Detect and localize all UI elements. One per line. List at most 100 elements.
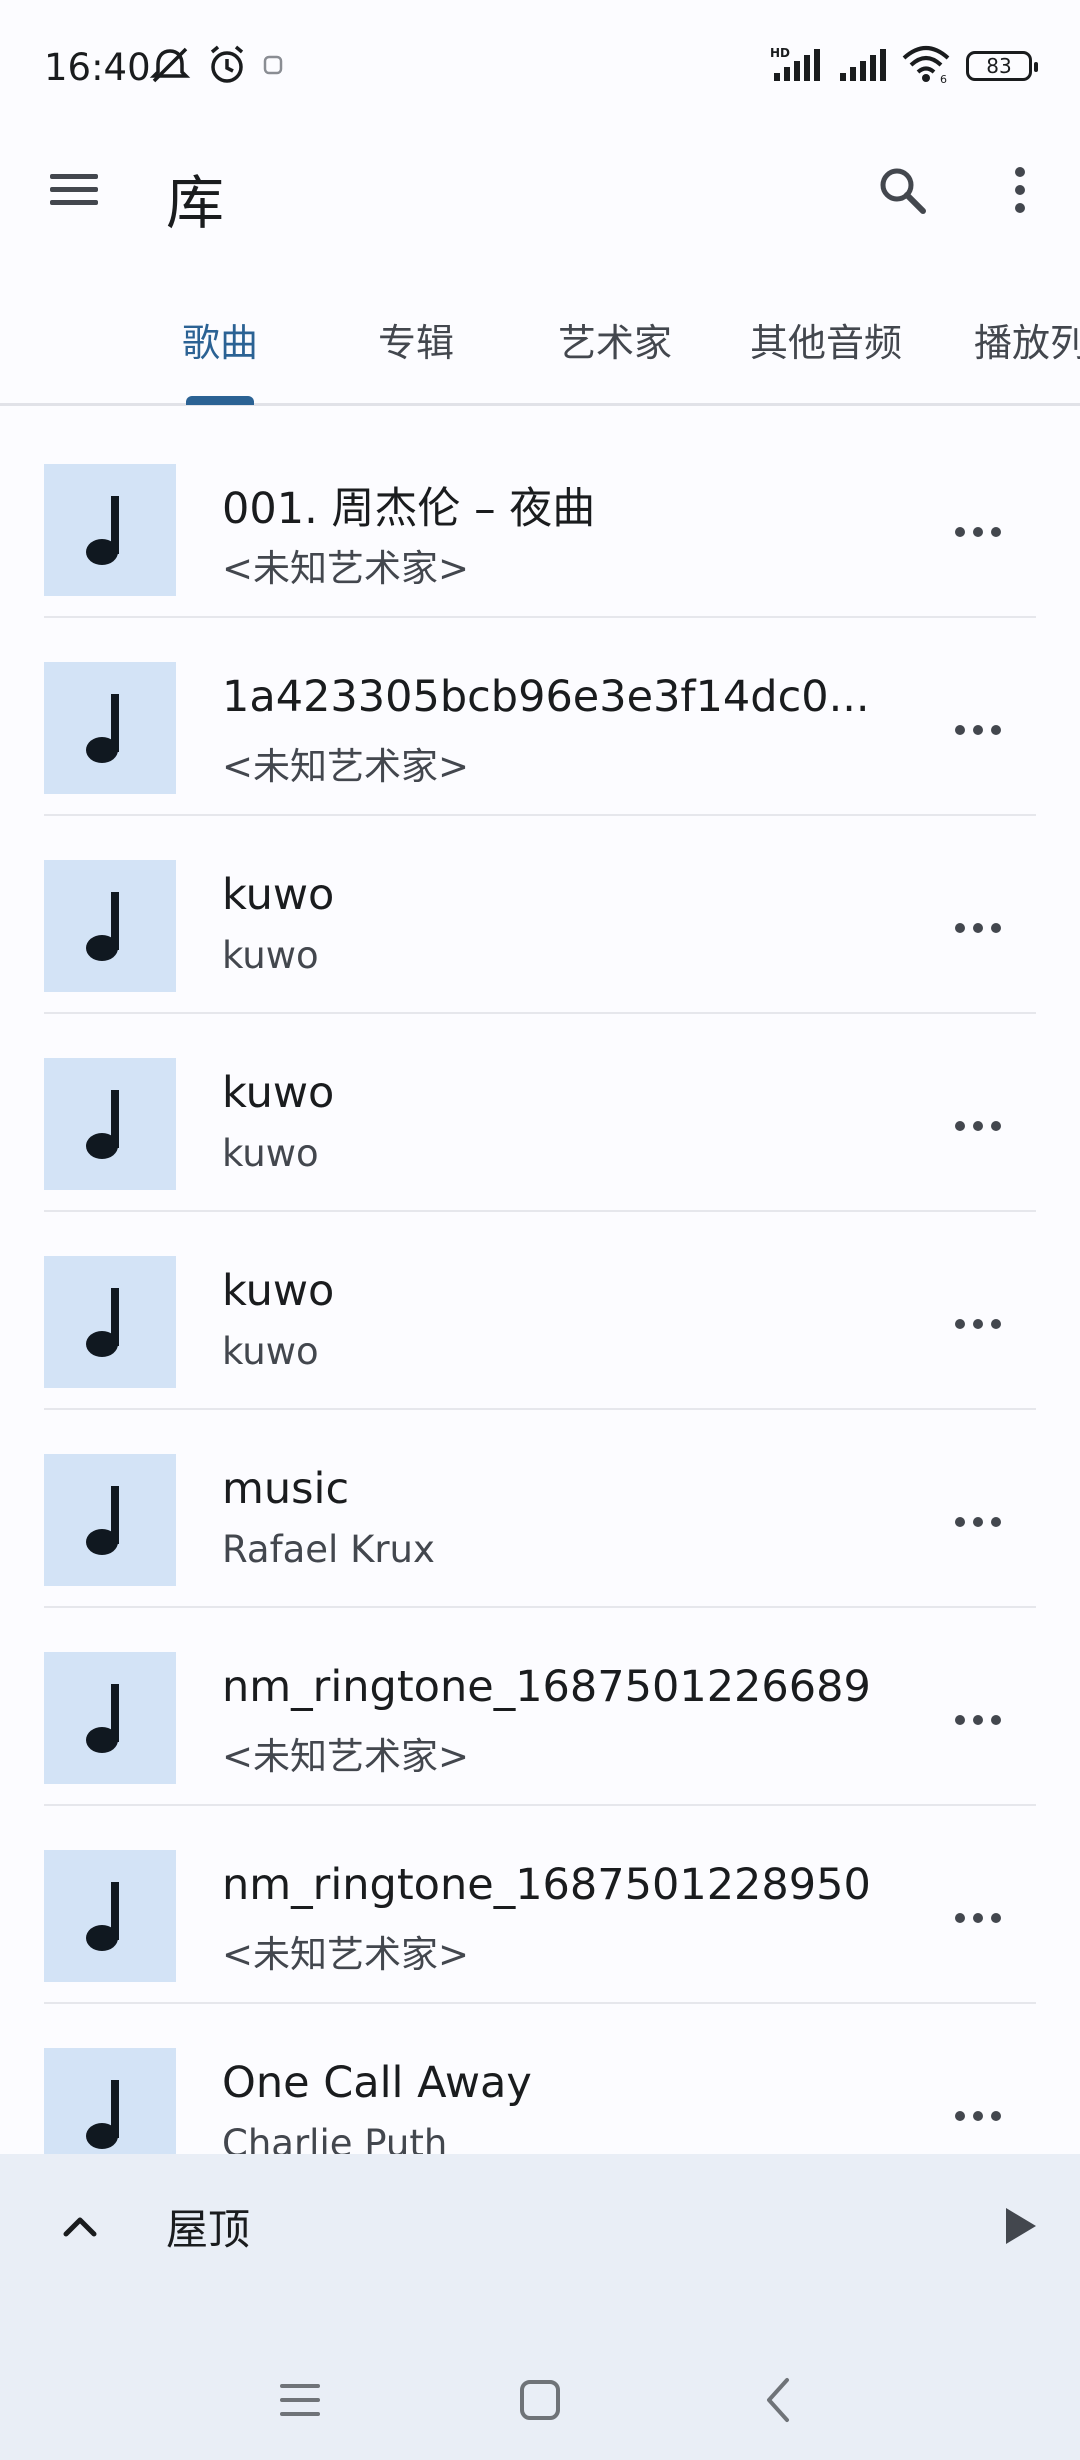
song-list: 001. 周杰伦 – 夜曲 <未知艺术家> 1a423305bcb96e3e3f…: [0, 420, 1080, 2202]
song-artist: <未知艺术家>: [222, 745, 470, 788]
alarm-icon: [206, 44, 248, 90]
more-horiz-icon: [955, 1121, 1001, 1131]
more-horiz-icon: [955, 1517, 1001, 1527]
song-options-button[interactable]: [948, 1492, 1008, 1552]
status-bar: 16:40 HD 6 83: [0, 0, 1080, 136]
album-art: [44, 1850, 176, 1982]
list-item[interactable]: nm_ringtone_1687501226689 <未知艺术家>: [0, 1608, 1080, 1806]
more-horiz-icon: [955, 725, 1001, 735]
more-options-button[interactable]: [990, 160, 1050, 220]
song-title: 1a423305bcb96e3e3f14dc0...: [222, 672, 870, 722]
home-button[interactable]: [500, 2360, 580, 2440]
hd-signal-icon: HD: [770, 45, 824, 87]
more-horiz-icon: [955, 527, 1001, 537]
tab-songs[interactable]: 歌曲: [182, 312, 258, 367]
system-nav-bar: [0, 2346, 1080, 2460]
song-title: One Call Away: [222, 2058, 532, 2108]
back-button[interactable]: [738, 2360, 818, 2440]
play-button[interactable]: [988, 2194, 1052, 2258]
music-note-icon: [86, 1288, 119, 1357]
more-horiz-icon: [955, 923, 1001, 933]
search-icon: [880, 168, 926, 214]
svg-text:HD: HD: [770, 46, 790, 60]
tab-indicator: [186, 396, 254, 405]
album-art: [44, 662, 176, 794]
album-art: [44, 1256, 176, 1388]
now-playing-title: 屋顶: [166, 2205, 251, 2254]
music-note-icon: [86, 496, 119, 565]
more-horiz-icon: [955, 2111, 1001, 2121]
recents-icon: [280, 2384, 320, 2416]
search-button[interactable]: [872, 160, 932, 220]
album-art: [44, 860, 176, 992]
song-artist: <未知艺术家>: [222, 1735, 470, 1778]
list-item[interactable]: kuwo kuwo: [0, 1014, 1080, 1212]
list-item[interactable]: music Rafael Krux: [0, 1410, 1080, 1608]
list-item[interactable]: 001. 周杰伦 – 夜曲 <未知艺术家>: [0, 420, 1080, 618]
recents-button[interactable]: [260, 2360, 340, 2440]
music-note-icon: [86, 892, 119, 961]
music-note-icon: [86, 1882, 119, 1951]
album-art: [44, 464, 176, 596]
song-options-button[interactable]: [948, 502, 1008, 562]
wifi-icon: 6: [900, 44, 952, 88]
more-vert-icon: [1015, 167, 1025, 213]
mute-icon: [148, 45, 192, 89]
song-options-button[interactable]: [948, 1096, 1008, 1156]
tab-albums[interactable]: 专辑: [378, 312, 454, 367]
notification-icon: [262, 53, 284, 81]
menu-icon: [50, 174, 98, 205]
song-artist: Rafael Krux: [222, 1528, 435, 1571]
signal-icon: [838, 45, 886, 87]
list-item[interactable]: nm_ringtone_1687501228950 <未知艺术家>: [0, 1806, 1080, 2004]
home-icon: [520, 2380, 560, 2420]
song-artist: kuwo: [222, 1330, 319, 1373]
back-icon: [767, 2378, 789, 2422]
battery-level: 83: [986, 54, 1012, 78]
page-title: 库: [166, 169, 225, 237]
status-left-icons: [148, 44, 284, 90]
song-title: kuwo: [222, 1068, 335, 1118]
song-title: kuwo: [222, 1266, 335, 1316]
song-artist: kuwo: [222, 1132, 319, 1175]
song-options-button[interactable]: [948, 1690, 1008, 1750]
list-item[interactable]: 1a423305bcb96e3e3f14dc0... <未知艺术家>: [0, 618, 1080, 816]
tab-bar: 歌曲 专辑 艺术家 其他音频 播放列: [0, 290, 1080, 406]
album-art: [44, 1058, 176, 1190]
play-icon: [1006, 2208, 1036, 2244]
song-title: 001. 周杰伦 – 夜曲: [222, 484, 596, 534]
more-horiz-icon: [955, 1319, 1001, 1329]
music-note-icon: [86, 1090, 119, 1159]
song-artist: <未知艺术家>: [222, 547, 470, 590]
song-options-button[interactable]: [948, 1294, 1008, 1354]
album-art: [44, 1454, 176, 1586]
more-horiz-icon: [955, 1913, 1001, 1923]
song-options-button[interactable]: [948, 700, 1008, 760]
battery-icon: 83: [966, 51, 1038, 81]
song-options-button[interactable]: [948, 1888, 1008, 1948]
song-title: music: [222, 1464, 350, 1514]
song-artist: <未知艺术家>: [222, 1933, 470, 1976]
song-options-button[interactable]: [948, 898, 1008, 958]
song-options-button[interactable]: [948, 2086, 1008, 2146]
menu-button[interactable]: [46, 162, 102, 218]
more-horiz-icon: [955, 1715, 1001, 1725]
mini-player[interactable]: 屋顶: [0, 2154, 1080, 2460]
tab-other-audio[interactable]: 其他音频: [750, 312, 902, 367]
tab-playlists[interactable]: 播放列: [974, 312, 1080, 367]
list-item[interactable]: kuwo kuwo: [0, 816, 1080, 1014]
song-artist: kuwo: [222, 934, 319, 977]
album-art: [44, 1652, 176, 1784]
tab-artists[interactable]: 艺术家: [558, 312, 672, 367]
song-title: nm_ringtone_1687501226689: [222, 1662, 871, 1712]
music-note-icon: [86, 1684, 119, 1753]
song-title: nm_ringtone_1687501228950: [222, 1860, 871, 1910]
status-right-icons: HD 6 83: [770, 44, 1038, 88]
top-app-bar: 库: [0, 136, 1080, 244]
chevron-up-icon: [63, 2217, 97, 2237]
music-note-icon: [86, 694, 119, 763]
expand-player-button[interactable]: [48, 2194, 112, 2258]
music-note-icon: [86, 1486, 119, 1555]
music-note-icon: [86, 2080, 119, 2149]
list-item[interactable]: kuwo kuwo: [0, 1212, 1080, 1410]
